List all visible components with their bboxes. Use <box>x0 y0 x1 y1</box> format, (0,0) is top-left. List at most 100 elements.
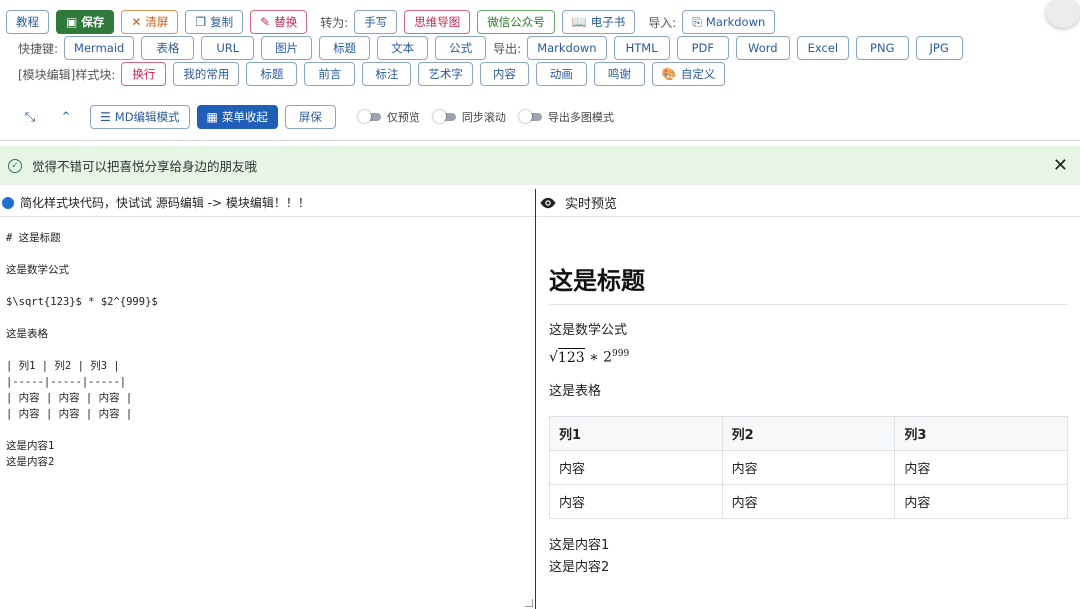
chevron-up-icon[interactable]: ⌃ <box>54 105 78 129</box>
preview-heading: 这是标题 <box>549 261 1068 305</box>
shortcut-table-label: 表格 <box>156 41 180 55</box>
palette-icon: 🎨 <box>661 67 677 81</box>
clear-button[interactable]: ✕ 清屏 <box>121 10 179 34</box>
export-html-label: HTML <box>625 41 658 55</box>
block-preface-label: 前言 <box>318 67 342 81</box>
shortcut-heading-button[interactable]: 标题 <box>319 36 371 60</box>
block-heading-button[interactable]: 标题 <box>246 62 298 86</box>
screensaver-button[interactable]: 屏保 <box>284 105 336 129</box>
block-favorites-button[interactable]: 我的常用 <box>173 62 240 86</box>
shortcut-label: 快捷键: <box>18 41 59 56</box>
book-icon: 📖 <box>571 15 587 29</box>
sync-scroll-toggle[interactable]: 同步滚动 <box>432 109 506 125</box>
block-annotation-button[interactable]: 标注 <box>362 62 412 86</box>
replace-label: 替换 <box>274 15 298 29</box>
source-line: 这是表格 <box>6 328 48 340</box>
export-jpg-label: JPG <box>929 41 949 55</box>
screensaver-label: 屏保 <box>298 110 322 124</box>
import-markdown-button[interactable]: ⎘ Markdown <box>682 10 776 34</box>
export-html-button[interactable]: HTML <box>613 36 670 60</box>
table-cell: 内容 <box>894 449 1068 485</box>
shortcut-formula-label: 公式 <box>449 41 473 55</box>
shortcut-image-label: 图片 <box>275 41 299 55</box>
shortcut-table-button[interactable]: 表格 <box>141 36 195 60</box>
convert-ebook-button[interactable]: 📖 电子书 <box>561 10 636 34</box>
save-button[interactable]: ▣ 保存 <box>56 10 115 34</box>
block-preface-button[interactable]: 前言 <box>304 62 356 86</box>
menu-collapse-button[interactable]: ▦ 菜单收起 <box>196 105 278 129</box>
preview-only-toggle[interactable]: 仅预览 <box>357 109 420 125</box>
markdown-source[interactable]: # 这是标题 这是数学公式 $\sqrt{123}$ * $2^{999}$ 这是表格… <box>0 217 535 483</box>
notice-text: 觉得不错可以把喜悦分享给身边的朋友哦 <box>32 159 258 174</box>
md-edit-mode-button[interactable]: ☰ MD编辑模式 <box>90 105 190 129</box>
block-wordart-button[interactable]: 艺术字 <box>418 62 473 86</box>
preview-only-knob <box>357 110 371 123</box>
export-pdf-button[interactable]: PDF <box>676 36 730 60</box>
block-custom-label: 自定义 <box>680 67 716 81</box>
export-word-button[interactable]: Word <box>736 36 790 60</box>
close-icon: ✕ <box>131 15 142 29</box>
export-png-button[interactable]: PNG <box>856 36 909 60</box>
source-line: | 内容 | 内容 | 内容 | <box>6 392 133 404</box>
math-radicand: 123 <box>557 347 585 366</box>
preview-header: 实时预览 <box>537 189 1080 217</box>
shortcut-mermaid-button[interactable]: Mermaid <box>64 36 135 60</box>
block-custom-button[interactable]: 🎨 自定义 <box>651 62 726 86</box>
floating-action-button[interactable] <box>1046 0 1080 28</box>
block-favorites-label: 我的常用 <box>183 67 230 81</box>
block-animation-button[interactable]: 动画 <box>535 62 587 86</box>
shortcut-formula-button[interactable]: 公式 <box>435 36 487 60</box>
block-content-button[interactable]: 内容 <box>479 62 529 86</box>
copy-label: 复制 <box>210 15 234 29</box>
block-heading-label: 标题 <box>260 67 284 81</box>
preview-only-label: 仅预览 <box>386 111 420 124</box>
tutorial-button[interactable]: 教程 <box>6 10 49 34</box>
export-word-label: Word <box>748 41 778 55</box>
convert-wechat-button[interactable]: 微信公众号 <box>477 10 555 34</box>
file-import-icon: ⎘ <box>692 15 702 29</box>
menu-bars-icon: ☰ <box>100 110 111 124</box>
shortcut-image-button[interactable]: 图片 <box>261 36 313 60</box>
import-label: 导入: <box>648 15 677 30</box>
replace-button[interactable]: ✎ 替换 <box>250 10 308 34</box>
preview-body: 这是标题 这是数学公式 √123 ∗ 2999 这是表格 列1 列2 列3 内容… <box>537 261 1080 579</box>
export-multi-toggle[interactable]: 导出多图模式 <box>518 109 614 125</box>
preview-table-label: 这是表格 <box>549 383 602 399</box>
collapse-arrows-icon[interactable]: ⤡ <box>18 105 42 129</box>
source-line: $\sqrt{123}$ * $2^{999}$ <box>6 296 158 308</box>
resize-handle[interactable] <box>525 599 533 607</box>
toolbar-row-main: 教程 ▣ 保存 ✕ 清屏 ❐ 复制 ✎ 替换 转为: 手写 思维导图 微信公众号 📖 电子… <box>6 9 782 35</box>
shortcut-url-button[interactable]: URL <box>201 36 255 60</box>
block-animation-label: 动画 <box>549 67 573 81</box>
export-png-label: PNG <box>870 41 895 55</box>
table-cell: 内容 <box>549 483 723 519</box>
simplify-toggle-knob <box>2 196 14 209</box>
shortcut-text-button[interactable]: 文本 <box>377 36 429 60</box>
source-line: # 这是标题 <box>6 232 61 244</box>
preview-only-track <box>357 110 381 123</box>
source-line: |-----|-----|-----| <box>6 376 127 388</box>
copy-icon: ❐ <box>195 15 207 29</box>
share-notice: ✓ 觉得不错可以把喜悦分享给身边的朋友哦 ✕ <box>0 146 1080 185</box>
export-markdown-button[interactable]: Markdown <box>527 36 607 60</box>
block-thanks-button[interactable]: 鸣谢 <box>593 62 645 86</box>
simplify-toggle[interactable] <box>0 196 16 209</box>
eye-icon <box>540 197 556 208</box>
shortcut-text-label: 文本 <box>391 41 415 55</box>
toolbar-row-blocks: [模块编辑]样式块: 换行 我的常用 标题 前言 标注 艺术字 内容 动画 鸣谢… <box>6 61 732 87</box>
export-multi-label: 导出多图模式 <box>547 111 614 124</box>
copy-button[interactable]: ❐ 复制 <box>185 10 244 34</box>
export-excel-button[interactable]: Excel <box>796 36 850 60</box>
block-linebreak-button[interactable]: 换行 <box>121 62 167 86</box>
convert-mindmap-button[interactable]: 思维导图 <box>404 10 471 34</box>
convert-handwriting-button[interactable]: 手写 <box>354 10 398 34</box>
export-jpg-button[interactable]: JPG <box>915 36 963 60</box>
table-header-cell: 列2 <box>721 415 896 451</box>
table-cell: 内容 <box>721 449 896 485</box>
close-icon[interactable]: ✕ <box>1053 155 1068 176</box>
table-header-cell: 列3 <box>894 415 1068 451</box>
live-preview-pane: 实时预览 这是标题 这是数学公式 √123 ∗ 2999 这是表格 列1 列2 … <box>537 189 1080 609</box>
export-multi-track <box>518 110 542 123</box>
math-base: 2 <box>603 349 612 366</box>
source-line <box>6 342 529 358</box>
